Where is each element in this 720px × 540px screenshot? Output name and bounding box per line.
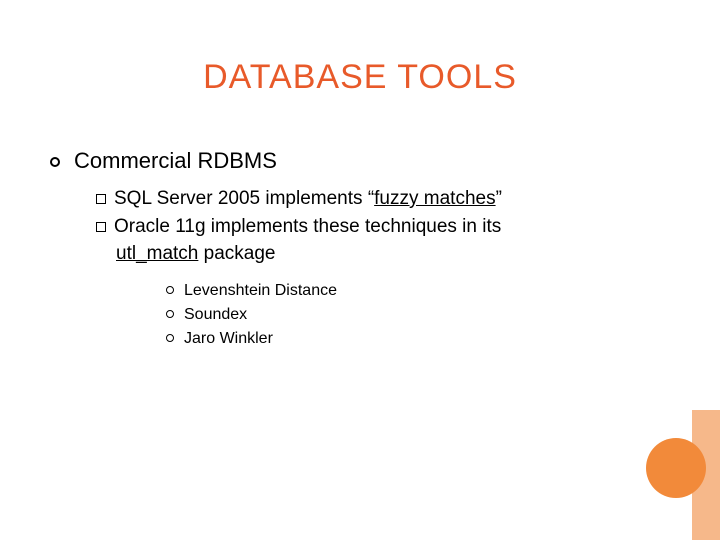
level2-item1-link: fuzzy matches — [374, 188, 495, 209]
bullet-level3-c: Jaro Winkler — [166, 327, 670, 351]
level2-item2-link: utl_match — [116, 243, 198, 264]
bullet-level3-b: Soundex — [166, 303, 670, 327]
bullet-level2-item2-line2: utl_match package — [116, 241, 670, 267]
close-quote — [496, 188, 502, 209]
circle-bullet-icon — [166, 334, 174, 342]
square-bullet-icon — [96, 222, 106, 232]
circle-bullet-icon — [166, 310, 174, 318]
level3-b-text: Soundex — [184, 306, 247, 323]
level2-item2-line1: Oracle 11g implements these techniques i… — [114, 216, 501, 237]
slide: DATABASE TOOLS Commercial RDBMS SQL Serv… — [0, 0, 720, 540]
level3-a-text: Levenshtein Distance — [184, 282, 337, 299]
bullet-level1: Commercial RDBMS — [50, 148, 670, 174]
circle-bullet-icon — [166, 286, 174, 294]
bullet-level3-a: Levenshtein Distance — [166, 279, 670, 303]
slide-content: Commercial RDBMS SQL Server 2005 impleme… — [50, 148, 670, 351]
slide-title: DATABASE TOOLS — [0, 58, 720, 97]
square-bullet-icon — [96, 194, 106, 204]
level3-c-text: Jaro Winkler — [184, 330, 273, 347]
bullet-level2-item1: SQL Server 2005 implements fuzzy matches — [96, 186, 670, 212]
circle-bullet-icon — [50, 157, 60, 167]
spacer — [50, 269, 670, 279]
level2-item2-suffix: package — [198, 243, 275, 264]
level1-text: Commercial RDBMS — [74, 148, 277, 173]
bullet-level2-item2-line1: Oracle 11g implements these techniques i… — [96, 214, 670, 240]
level2-item1-prefix: SQL Server 2005 implements — [114, 188, 368, 209]
decorative-circle-icon — [646, 438, 706, 498]
